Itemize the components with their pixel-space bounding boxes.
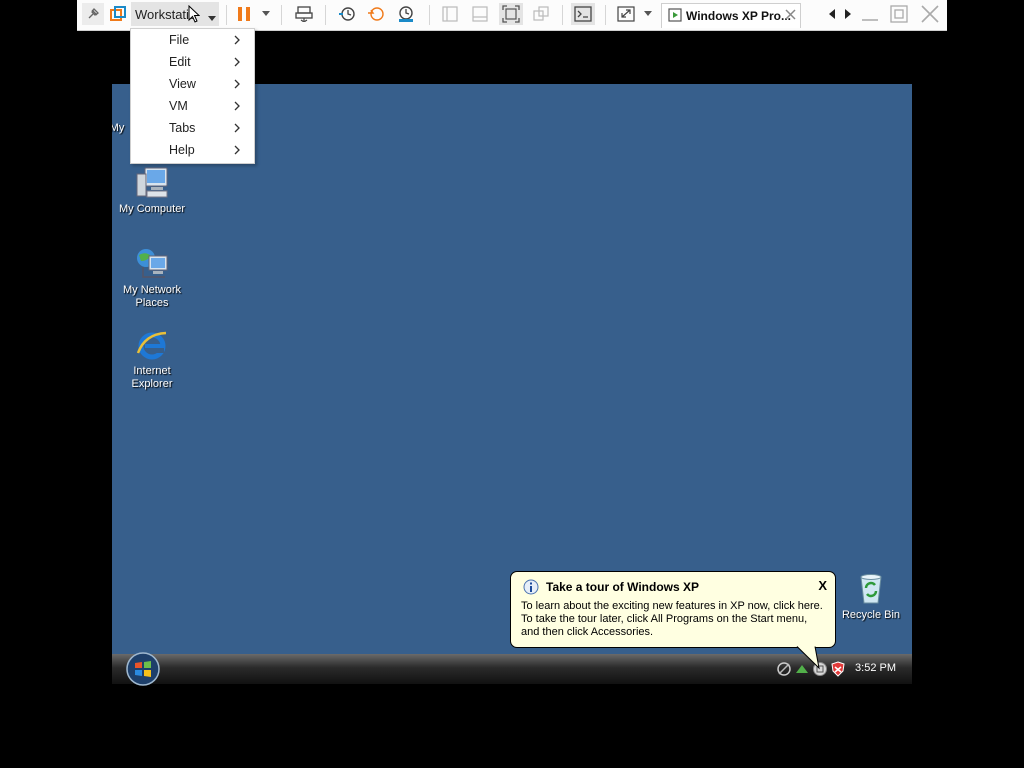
show-library-icon[interactable] [439, 3, 461, 25]
guest-desktop[interactable]: My My Computer My Network Places Interne… [112, 84, 912, 654]
info-icon [523, 579, 539, 598]
security-shield-icon[interactable] [830, 661, 846, 680]
pin-icon[interactable] [82, 3, 104, 25]
balloon-close-icon[interactable]: X [818, 578, 827, 593]
desktop-icon-my-network-places[interactable]: My Network Places [112, 247, 192, 310]
my-network-places-icon [137, 249, 168, 278]
desktop-icon-internet-explorer[interactable]: Internet Explorer [112, 328, 192, 391]
internet-explorer-icon [136, 331, 167, 360]
toolbar-divider [226, 5, 227, 25]
desktop-icon-label: Recycle Bin [841, 609, 901, 621]
menu-item-label: Tabs [169, 121, 196, 135]
chevron-right-icon [234, 122, 240, 136]
tab-title: Windows XP Pro... [686, 9, 792, 23]
stretch-dropdown-icon[interactable] [641, 3, 655, 25]
chevron-right-icon [234, 144, 240, 158]
send-ctrl-alt-del-icon[interactable] [293, 3, 315, 25]
chevron-right-icon [234, 56, 240, 70]
desktop-icon-recycle-bin[interactable]: Recycle Bin [831, 572, 911, 622]
balloon-title: Take a tour of Windows XP [546, 580, 700, 594]
desktop-icon-my-computer[interactable]: My Computer [112, 166, 192, 216]
chevron-down-icon [208, 11, 216, 25]
show-thumbnail-bar-icon[interactable] [469, 3, 491, 25]
balloon-line: and then click Accessories. [521, 626, 654, 638]
mouse-cursor-icon [188, 4, 201, 27]
tab-windows-xp[interactable]: Windows XP Pro... [661, 3, 801, 28]
menu-item-label: VM [169, 99, 188, 113]
menu-item-file[interactable]: File [131, 29, 254, 51]
start-button[interactable] [122, 652, 164, 686]
tray-network-icon[interactable] [776, 661, 792, 680]
menu-item-help[interactable]: Help [131, 139, 254, 161]
snapshot-icon[interactable] [336, 3, 358, 25]
balloon-message: To learn about the exciting new features… [521, 600, 823, 639]
chevron-right-icon [234, 78, 240, 92]
full-screen-icon[interactable] [499, 3, 523, 25]
minimize-icon[interactable] [859, 3, 881, 25]
vmware-logo-icon [108, 3, 128, 25]
chevron-right-icon [234, 100, 240, 114]
vmware-toolbar: Workstation Windows XP Pro... [77, 0, 947, 31]
clock[interactable]: 3:52 PM [855, 662, 896, 674]
tab-scroll-right-icon[interactable] [841, 3, 855, 25]
stretch-guest-icon[interactable] [615, 3, 637, 25]
revert-snapshot-icon[interactable] [365, 3, 387, 25]
windows-logo-icon [126, 652, 160, 686]
window-close-icon[interactable] [919, 3, 941, 25]
menu-item-label: View [169, 77, 196, 91]
tab-scroll-left-icon[interactable] [825, 3, 839, 25]
power-dropdown-icon[interactable] [259, 3, 273, 25]
toolbar-divider [281, 5, 282, 25]
menu-item-label: Help [169, 143, 195, 157]
restore-icon[interactable] [888, 3, 910, 25]
balloon-pointer [796, 646, 820, 670]
close-icon[interactable] [785, 9, 796, 23]
my-computer-icon [136, 167, 168, 198]
desktop-icon-label: My Computer [118, 203, 186, 215]
workstation-dropdown-menu: File Edit View VM Tabs Help [130, 28, 255, 164]
desktop-icon-label: Internet Explorer [131, 365, 173, 390]
menu-item-label: File [169, 33, 190, 47]
tour-balloon-notification[interactable]: Take a tour of Windows XP X To learn abo… [510, 571, 836, 670]
menu-item-view[interactable]: View [131, 73, 254, 95]
vm-tab-icon [668, 7, 682, 25]
chevron-right-icon [234, 34, 240, 48]
console-view-icon[interactable] [571, 3, 595, 25]
taskbar: 3:52 PM [112, 652, 912, 686]
toolbar-divider [429, 5, 430, 25]
workstation-menu-button[interactable]: Workstation [131, 2, 219, 26]
balloon-line: To learn about the exciting new features… [521, 600, 823, 612]
toolbar-divider [325, 5, 326, 25]
desktop-icon-label: My [112, 122, 125, 134]
menu-item-vm[interactable]: VM [131, 95, 254, 117]
toolbar-divider [605, 5, 606, 25]
toolbar-divider [562, 5, 563, 25]
desktop-icon-label: My Network Places [122, 284, 182, 309]
menu-item-label: Edit [169, 55, 191, 69]
balloon-line: To take the tour later, click All Progra… [521, 613, 808, 625]
snapshot-manager-icon[interactable] [395, 3, 417, 25]
unity-icon[interactable] [530, 3, 552, 25]
menu-item-tabs[interactable]: Tabs [131, 117, 254, 139]
menu-item-edit[interactable]: Edit [131, 51, 254, 73]
recycle-bin-icon [860, 574, 882, 604]
pause-icon[interactable] [233, 3, 255, 25]
